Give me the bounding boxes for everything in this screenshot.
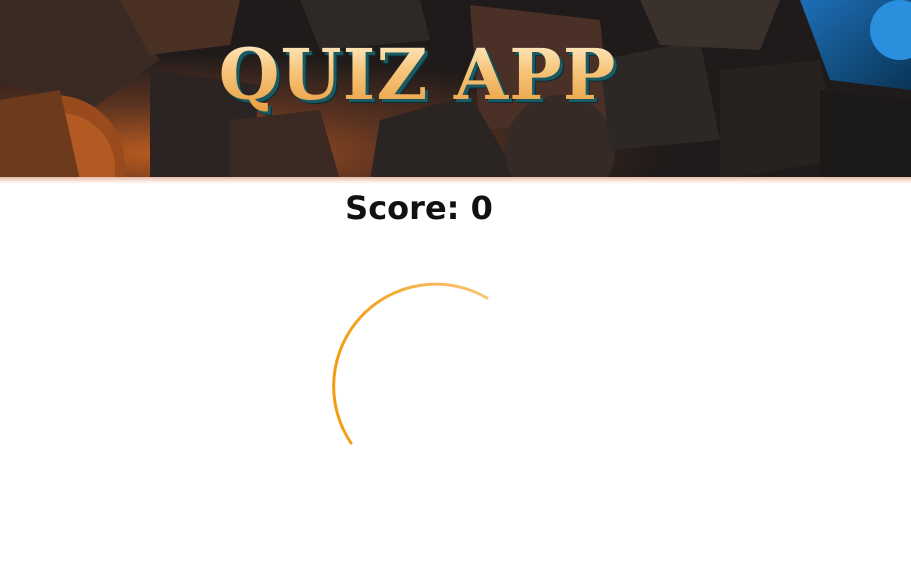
header-divider [0,177,911,184]
app-title: QUIZ APP [0,34,835,116]
loading-spinner-icon [315,268,515,468]
score-value: 0 [470,189,493,227]
score-label: Score: [345,189,460,227]
score-display: Score: 0 [0,189,838,227]
header-banner: QUIZ APP [0,0,911,180]
